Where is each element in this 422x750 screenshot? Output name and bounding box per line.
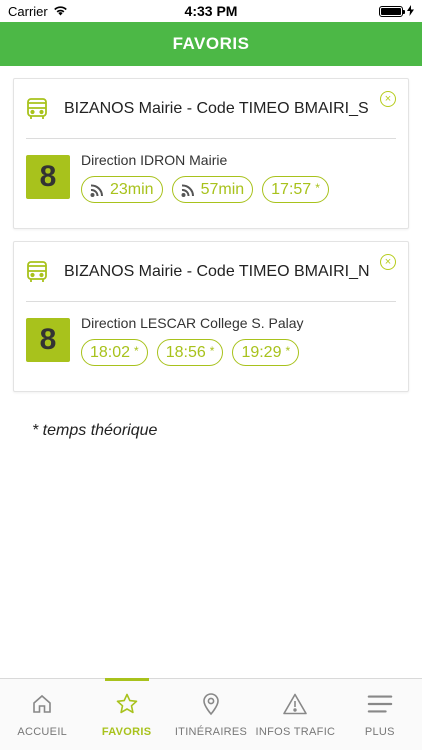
direction-label: Direction LESCAR College S. Palay bbox=[81, 315, 304, 331]
warning-icon bbox=[282, 691, 308, 717]
favorite-card[interactable]: × BIZANOS Mairie - Code TIMEO BMAIRI_N 8… bbox=[13, 241, 409, 392]
time-pill: 18:02 * bbox=[81, 339, 148, 366]
time-pill: 18:56 * bbox=[156, 339, 224, 366]
header: FAVORIS bbox=[0, 22, 422, 66]
line-badge: 8 bbox=[26, 155, 70, 199]
battery-icon bbox=[379, 5, 405, 17]
tab-label: FAVORIS bbox=[101, 726, 152, 738]
tab-label: PLUS bbox=[364, 726, 395, 738]
stop-row: BIZANOS Mairie - Code TIMEO BMAIRI_N bbox=[26, 242, 396, 302]
tab-label: INFOS TRAFIC bbox=[255, 726, 336, 738]
departure-times: 18:02 * 18:56 * 19:29 * bbox=[81, 339, 304, 366]
time-value: 23min bbox=[110, 180, 154, 198]
wifi-status-icon bbox=[53, 4, 68, 19]
battery-fill bbox=[381, 7, 401, 15]
status-right bbox=[379, 4, 414, 19]
star-icon bbox=[114, 691, 140, 717]
time-pill: 17:57 * bbox=[262, 176, 329, 203]
favorites-list: × BIZANOS Mairie - Code TIMEO BMAIRI_S 8… bbox=[0, 66, 422, 440]
page-title: FAVORIS bbox=[172, 34, 250, 53]
time-value: 57min bbox=[200, 180, 245, 198]
tab-label: ITINÉRAIRES bbox=[174, 726, 248, 738]
stop-name: BIZANOS Mairie - Code TIMEO BMAIRI_N bbox=[64, 262, 370, 280]
carrier-label: Carrier bbox=[8, 3, 48, 19]
favorite-card[interactable]: × BIZANOS Mairie - Code TIMEO BMAIRI_S 8… bbox=[13, 78, 409, 229]
line-row: 8 Direction IDRON Mairie 23min 57min 17:… bbox=[26, 139, 396, 203]
tab-accueil[interactable]: ACCUEIL bbox=[0, 679, 84, 750]
bus-icon bbox=[26, 260, 50, 284]
time-value: 19:29 bbox=[241, 343, 282, 361]
status-left: Carrier bbox=[8, 4, 68, 19]
status-bar: Carrier 4:33 PM bbox=[0, 0, 422, 22]
line-row: 8 Direction LESCAR College S. Palay 18:0… bbox=[26, 302, 396, 366]
tab-label: ACCUEIL bbox=[17, 726, 68, 738]
direction-label: Direction IDRON Mairie bbox=[81, 152, 228, 168]
theoretical-mark: * bbox=[134, 343, 139, 358]
menu-icon bbox=[367, 691, 393, 717]
realtime-signal-icon bbox=[90, 183, 106, 197]
line-badge: 8 bbox=[26, 318, 70, 362]
time-pill: 19:29 * bbox=[232, 339, 300, 366]
time-pill: 23min bbox=[81, 176, 163, 203]
theoretical-mark: * bbox=[209, 343, 215, 358]
time-value: 18:56 bbox=[165, 343, 206, 361]
home-icon bbox=[29, 691, 55, 717]
departure-times: 23min 57min 17:57 * bbox=[81, 176, 329, 203]
line-info: Direction LESCAR College S. Palay 18:02 … bbox=[81, 315, 304, 366]
close-icon[interactable]: × bbox=[380, 91, 396, 107]
close-icon[interactable]: × bbox=[380, 254, 396, 270]
tab-infos-trafic[interactable]: INFOS TRAFIC bbox=[253, 679, 337, 750]
stop-name: BIZANOS Mairie - Code TIMEO BMAIRI_S bbox=[64, 99, 369, 117]
location-pin-icon bbox=[198, 691, 224, 717]
charging-icon bbox=[407, 4, 414, 19]
tab-plus[interactable]: PLUS bbox=[338, 679, 422, 750]
tab-itineraires[interactable]: ITINÉRAIRES bbox=[169, 679, 253, 750]
time-pill: 57min bbox=[171, 176, 254, 203]
tab-bar: ACCUEIL FAVORIS ITINÉRAIRES INFOS TRAFIC… bbox=[0, 678, 422, 750]
realtime-signal-icon bbox=[181, 183, 197, 197]
tab-favoris[interactable]: FAVORIS bbox=[84, 678, 168, 750]
bus-icon bbox=[26, 97, 50, 121]
active-tab-indicator bbox=[104, 678, 149, 681]
stop-row: BIZANOS Mairie - Code TIMEO BMAIRI_S bbox=[26, 79, 396, 139]
line-info: Direction IDRON Mairie 23min 57min 17:57… bbox=[81, 152, 329, 203]
theoretical-mark: * bbox=[285, 343, 291, 358]
time-value: 18:02 bbox=[90, 343, 131, 361]
time-value: 17:57 bbox=[271, 180, 312, 198]
theoretical-mark: * bbox=[315, 180, 320, 195]
theoretical-time-footnote: * temps théorique bbox=[32, 422, 158, 439]
